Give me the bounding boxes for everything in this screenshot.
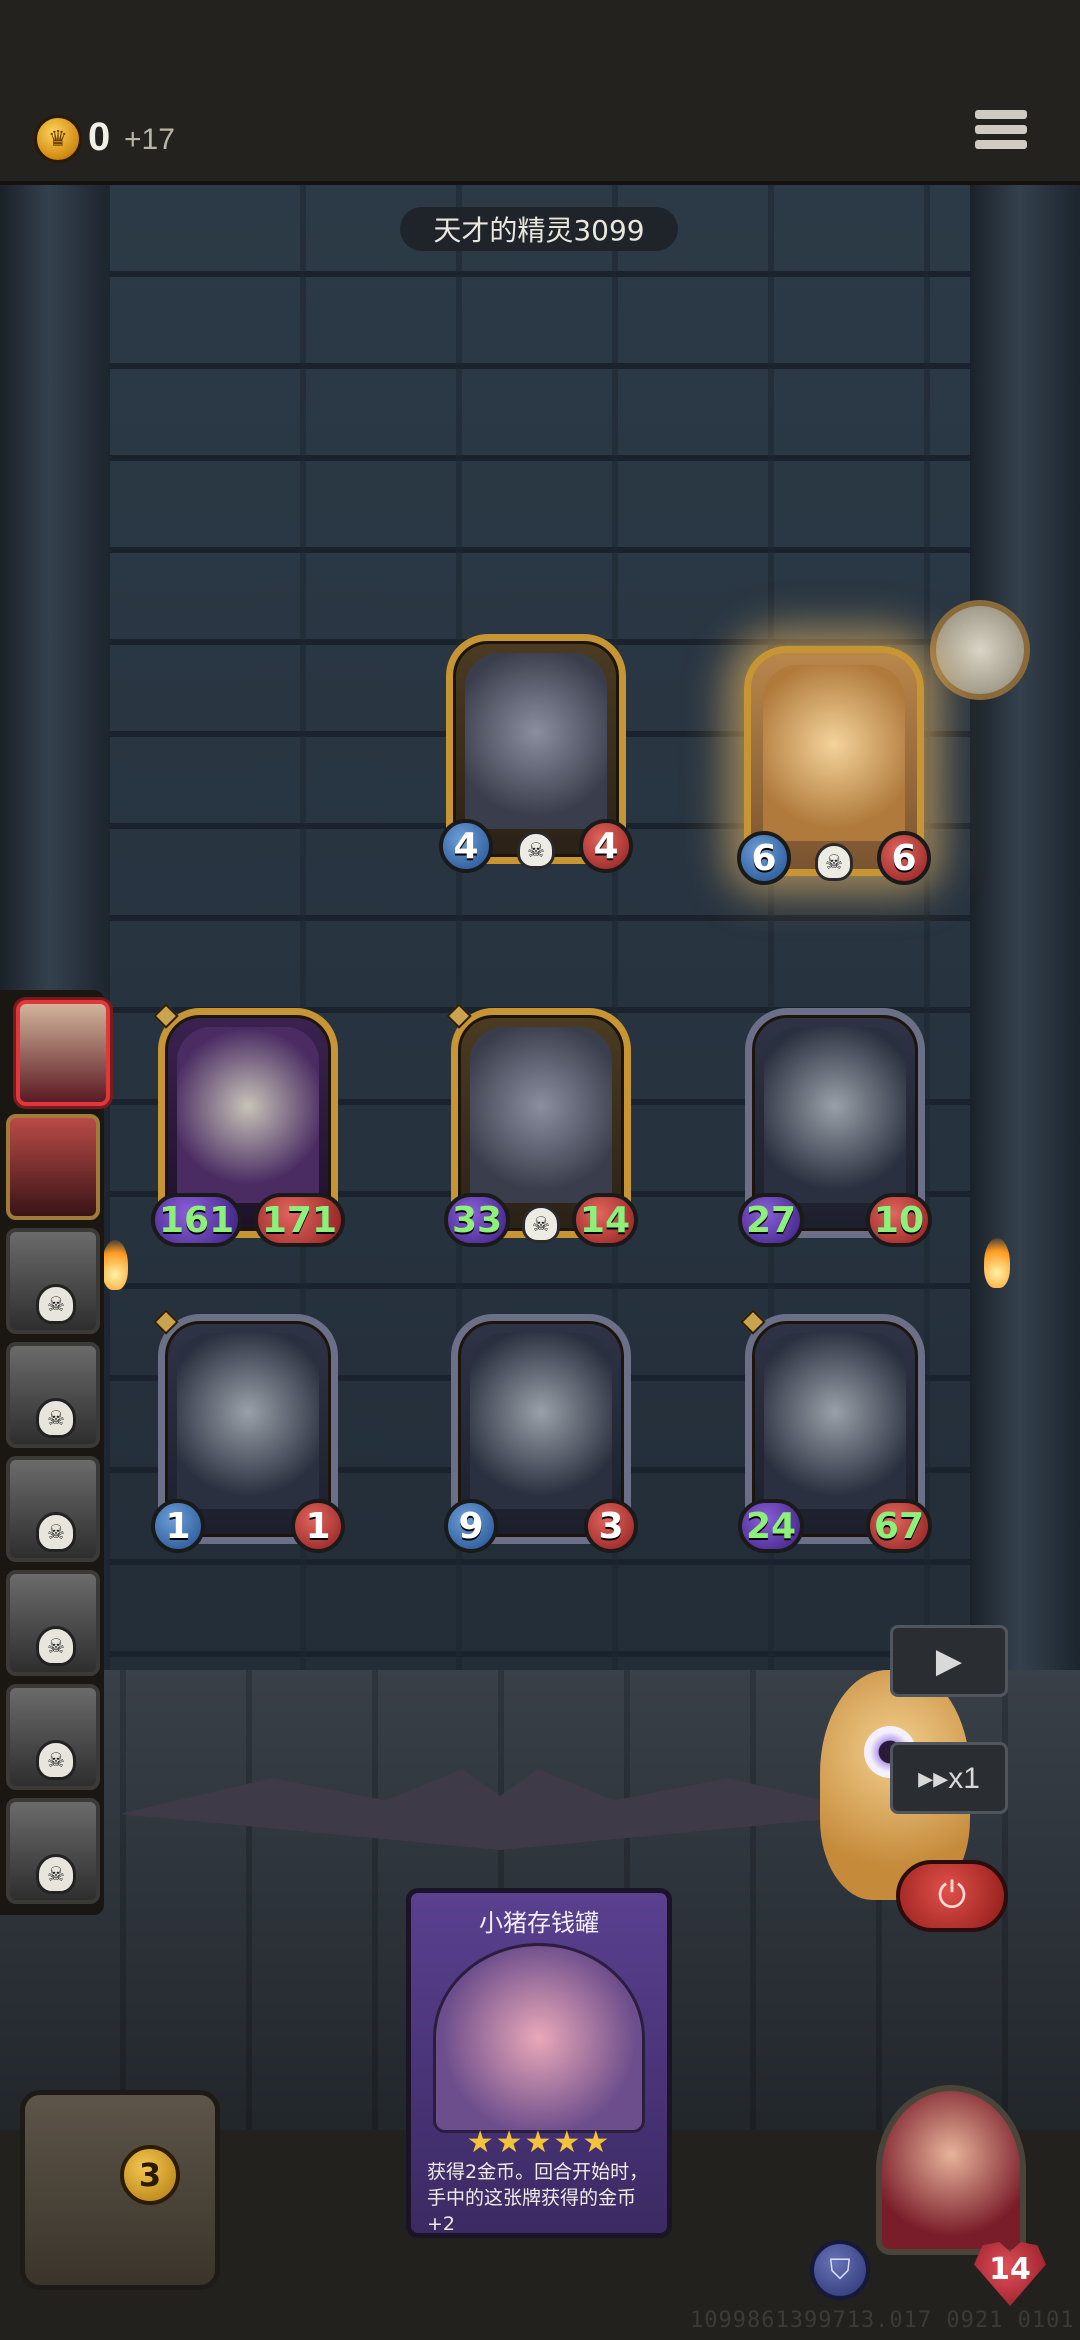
power-button[interactable]: ⏻ [896, 1860, 1008, 1932]
health-stat: 67 [865, 1499, 932, 1553]
chest-count-badge: 3 [120, 2145, 180, 2205]
opponent-minion-robot[interactable]: ☠ 4 4 [439, 634, 633, 873]
build-id: 1099861399713.017 0921 0101 [690, 2308, 1075, 2333]
shield-icon: ⛉ [810, 2240, 870, 2300]
health-stat: 6 [877, 831, 931, 885]
skull-icon: ☠ [815, 843, 853, 881]
opponent-portrait-defeated[interactable]: ☠ [6, 1570, 100, 1676]
opponent-portrait[interactable] [6, 1114, 100, 1220]
attack-stat: 6 [737, 831, 791, 885]
health-stat: 10 [865, 1193, 932, 1247]
piggy-bank-art [433, 1943, 645, 2133]
dark-king-art [470, 1027, 612, 1203]
skull-icon: ☠ [36, 1512, 76, 1552]
skull-icon: ☠ [36, 1626, 76, 1666]
opponent-portrait-defeated[interactable]: ☠ [6, 1456, 100, 1562]
pumpkin-art [177, 1333, 319, 1509]
top-bar: ♛ 0 +17 [0, 0, 1080, 185]
opponent-portrait-defeated[interactable]: ☠ [6, 1228, 100, 1334]
opponent-minion-golden[interactable]: ☠ 6 6 [737, 646, 931, 885]
play-button[interactable]: ▶ [890, 1625, 1008, 1697]
stopwatch-icon[interactable] [930, 600, 1030, 700]
attack-stat: 33 [444, 1193, 511, 1247]
hand-card-description: 获得2金币。回合开始时，手中的这张牌获得的金币+2 [427, 2161, 649, 2235]
minion-pumpkin-golem[interactable]: 1 1 [151, 1309, 345, 1553]
opponent-portrait-defeated[interactable]: ☠ [6, 1798, 100, 1904]
gold-coin-icon: ♛ [34, 115, 82, 163]
attack-stat: 1 [151, 1499, 205, 1553]
skull-icon: ☠ [36, 1398, 76, 1438]
opponent-portrait-defeated[interactable]: ☠ [6, 1342, 100, 1448]
skull-icon: ☠ [36, 1740, 76, 1780]
robot-art [465, 653, 607, 829]
hand-card-piggy-bank[interactable]: 小猪存钱罐 ★★★★★ 获得2金币。回合开始时，手中的这张牌获得的金币+2 [406, 1888, 672, 2238]
attack-stat: 24 [738, 1499, 805, 1553]
health-stat: 14 [571, 1193, 638, 1247]
minion-reaper[interactable]: 9 3 [444, 1314, 638, 1553]
skull-icon: ☠ [36, 1854, 76, 1894]
health-stat: 4 [579, 819, 633, 873]
health-stat: 1 [291, 1499, 345, 1553]
minion-skeleton-dancer[interactable]: 161 171 [151, 1003, 345, 1247]
opponent-list: ☠ ☠ ☠ ☠ ☠ ☠ [0, 990, 110, 1915]
health-stat: 3 [584, 1499, 638, 1553]
coin-income: +17 [124, 123, 175, 156]
reaper-art [470, 1333, 612, 1509]
skull-icon: ☠ [517, 831, 555, 869]
hero-portrait[interactable] [876, 2085, 1026, 2255]
hamburger-menu-icon[interactable] [975, 110, 1027, 162]
reaper-art [764, 1333, 906, 1509]
golden-minion-art [763, 665, 905, 841]
skull-icon: ☠ [36, 1284, 76, 1324]
attack-stat: 4 [439, 819, 493, 873]
right-pillar [970, 185, 1080, 1735]
attack-stat: 161 [151, 1193, 243, 1247]
skull-icon: ☠ [522, 1205, 560, 1243]
opponent-portrait-defeated[interactable]: ☠ [6, 1684, 100, 1790]
minion-dark-king[interactable]: ☠ 33 14 [444, 1003, 638, 1247]
torch-flame-icon [984, 1238, 1010, 1288]
speed-button[interactable]: ▸▸x1 [890, 1742, 1008, 1814]
torch-flame-icon [102, 1240, 128, 1290]
hand-card-title: 小猪存钱罐 [479, 1909, 599, 1937]
opponent-name-banner: 天才的精灵3099 [400, 207, 678, 251]
health-stat: 171 [253, 1193, 345, 1247]
attack-stat: 27 [738, 1193, 805, 1247]
opponent-portrait-active[interactable] [16, 1000, 110, 1106]
treasure-chest-icon[interactable] [20, 2090, 220, 2290]
minion-cleopatra[interactable]: 27 10 [738, 1008, 932, 1247]
coin-count: 0 [88, 115, 111, 159]
minion-reaper-buffed[interactable]: 24 67 [738, 1309, 932, 1553]
cleopatra-art [764, 1027, 906, 1203]
attack-stat: 9 [444, 1499, 498, 1553]
star-rating: ★★★★★ [466, 2125, 612, 2160]
skeleton-art [177, 1027, 319, 1203]
